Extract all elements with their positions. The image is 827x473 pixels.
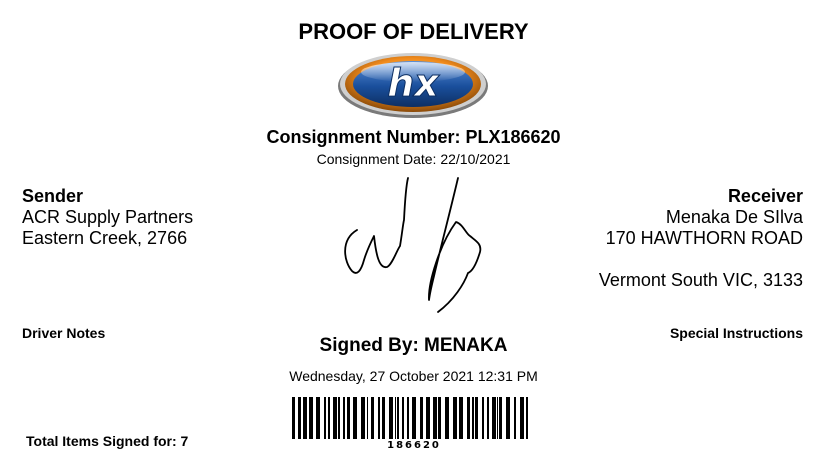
barcode-bar xyxy=(514,397,516,439)
barcode-bar xyxy=(328,397,330,439)
barcode-bar xyxy=(487,397,489,439)
sender-block: Sender ACR Supply Partners Eastern Creek… xyxy=(22,186,193,249)
barcode-bar xyxy=(395,397,396,439)
barcode-bar xyxy=(361,397,365,439)
consignment-number: Consignment Number: PLX186620 xyxy=(266,127,561,147)
barcode-bar xyxy=(438,397,441,439)
logo-text: hx xyxy=(387,61,440,105)
receiver-heading: Receiver xyxy=(727,186,803,206)
signed-datetime: Wednesday, 27 October 2021 12:31 PM xyxy=(289,368,538,384)
barcode-bar xyxy=(506,397,510,439)
barcode-bar xyxy=(526,397,528,439)
barcode xyxy=(292,397,528,439)
barcode-bar xyxy=(453,397,457,439)
barcode-bar xyxy=(475,397,478,439)
barcode-bar xyxy=(397,397,399,439)
barcode-bar xyxy=(459,397,463,439)
barcode-bar xyxy=(378,397,380,439)
barcode-bar xyxy=(298,397,301,439)
barcode-bar xyxy=(338,397,340,439)
receiver-block: Receiver Menaka De SIlva 170 HAWTHORN RO… xyxy=(599,186,803,291)
barcode-bar xyxy=(316,397,320,439)
signed-by: Signed By: MENAKA xyxy=(319,335,508,356)
barcode-bar xyxy=(292,397,295,439)
barcode-bar xyxy=(303,397,307,439)
barcode-bar xyxy=(467,397,470,439)
barcode-bar xyxy=(333,397,337,439)
document-title: PROOF OF DELIVERY xyxy=(298,19,529,44)
barcode-bar xyxy=(497,397,498,439)
barcode-bar xyxy=(347,397,350,439)
barcode-bar xyxy=(343,397,345,439)
barcode-bar xyxy=(433,397,437,439)
barcode-bar xyxy=(482,397,484,439)
barcode-bar xyxy=(499,397,502,439)
receiver-address-line2: Vermont South VIC, 3133 xyxy=(598,270,803,290)
barcode-bar xyxy=(402,397,404,439)
barcode-bar xyxy=(445,397,449,439)
barcode-bar xyxy=(367,397,368,439)
barcode-bar xyxy=(382,397,385,439)
barcode-bar xyxy=(371,397,374,439)
barcode-bar xyxy=(309,397,313,439)
barcode-bar xyxy=(472,397,474,439)
barcode-bar xyxy=(389,397,393,439)
barcode-bar xyxy=(420,397,423,439)
sender-location: Eastern Creek, 2766 xyxy=(22,228,188,248)
barcode-bar xyxy=(412,397,416,439)
barcode-number: 186620 xyxy=(387,440,441,451)
sender-name: ACR Supply Partners xyxy=(22,207,194,227)
barcode-bar xyxy=(426,397,430,439)
barcode-bar xyxy=(353,397,357,439)
hx-logo: hx xyxy=(338,53,488,118)
total-items-signed: Total Items Signed for: 7 xyxy=(26,433,189,449)
barcode-bar xyxy=(520,397,524,439)
consignment-date: Consignment Date: 22/10/2021 xyxy=(316,151,511,167)
handwritten-signature xyxy=(344,177,482,313)
barcode-bar xyxy=(407,397,409,439)
barcode-bar xyxy=(492,397,496,439)
barcode-bar xyxy=(324,397,326,439)
sender-heading: Sender xyxy=(22,186,84,206)
receiver-address-line1: 170 HAWTHORN ROAD xyxy=(605,228,803,248)
receiver-name: Menaka De SIlva xyxy=(665,207,803,227)
